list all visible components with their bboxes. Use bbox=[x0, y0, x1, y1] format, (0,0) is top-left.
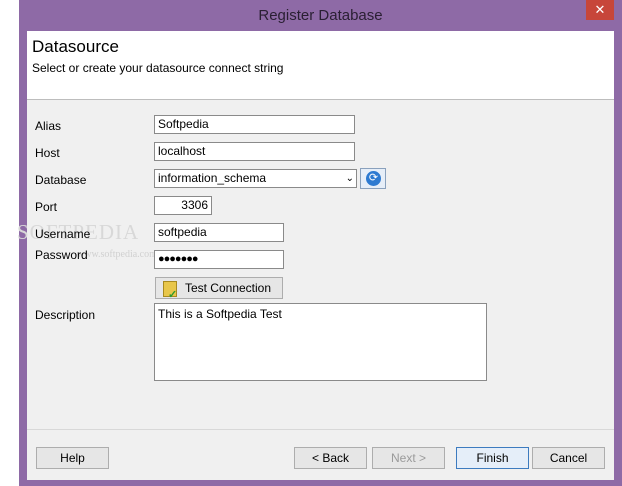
page-subtitle: Select or create your datasource connect… bbox=[32, 61, 284, 75]
refresh-button[interactable]: ⟳ bbox=[360, 168, 386, 189]
username-field[interactable]: softpedia bbox=[154, 223, 284, 242]
back-label: < Back bbox=[311, 451, 350, 465]
dialog-client: Datasource Select or create your datasou… bbox=[17, 31, 614, 480]
port-label: Port bbox=[35, 200, 58, 214]
password-label: Password bbox=[35, 248, 88, 262]
footer-divider bbox=[27, 429, 614, 430]
cancel-label: Cancel bbox=[549, 451, 588, 465]
test-connection-label: Test Connection bbox=[184, 281, 272, 295]
port-field[interactable]: 3306 bbox=[154, 196, 212, 215]
finish-label: Finish bbox=[476, 451, 509, 465]
next-button[interactable]: Next > bbox=[372, 447, 445, 469]
title-bar[interactable]: Register Database ✕ bbox=[19, 0, 622, 31]
alias-field[interactable]: Softpedia bbox=[154, 115, 355, 134]
close-icon[interactable]: ✕ bbox=[586, 0, 614, 20]
window-title: Register Database bbox=[258, 7, 383, 24]
chevron-down-icon[interactable]: ⌄ bbox=[346, 171, 354, 186]
finish-button[interactable]: Finish bbox=[456, 447, 529, 469]
watermark-sub: www.softpedia.com bbox=[77, 249, 157, 260]
back-button[interactable]: < Back bbox=[294, 447, 367, 469]
help-label: Help bbox=[60, 451, 85, 465]
alias-label: Alias bbox=[35, 119, 62, 133]
description-label: Description bbox=[35, 308, 96, 322]
database-value: information_schema bbox=[158, 171, 267, 185]
refresh-icon: ⟳ bbox=[366, 171, 381, 186]
host-label: Host bbox=[35, 146, 60, 160]
help-button[interactable]: Help bbox=[36, 447, 109, 469]
database-label: Database bbox=[35, 173, 87, 187]
check-icon: ✓ bbox=[168, 289, 178, 301]
next-label: Next > bbox=[390, 451, 426, 465]
page-title: Datasource bbox=[32, 37, 119, 56]
cancel-button[interactable]: Cancel bbox=[532, 447, 605, 469]
username-label: Username bbox=[35, 227, 91, 241]
database-select[interactable]: information_schema ⌄ bbox=[154, 169, 357, 188]
header-panel: Datasource Select or create your datasou… bbox=[27, 31, 614, 100]
host-field[interactable]: localhost bbox=[154, 142, 355, 161]
test-connection-button[interactable]: ✓ Test Connection bbox=[155, 277, 283, 301]
description-textarea[interactable]: This is a Softpedia Test bbox=[154, 303, 487, 381]
password-field[interactable]: ●●●●●●● bbox=[154, 250, 284, 269]
